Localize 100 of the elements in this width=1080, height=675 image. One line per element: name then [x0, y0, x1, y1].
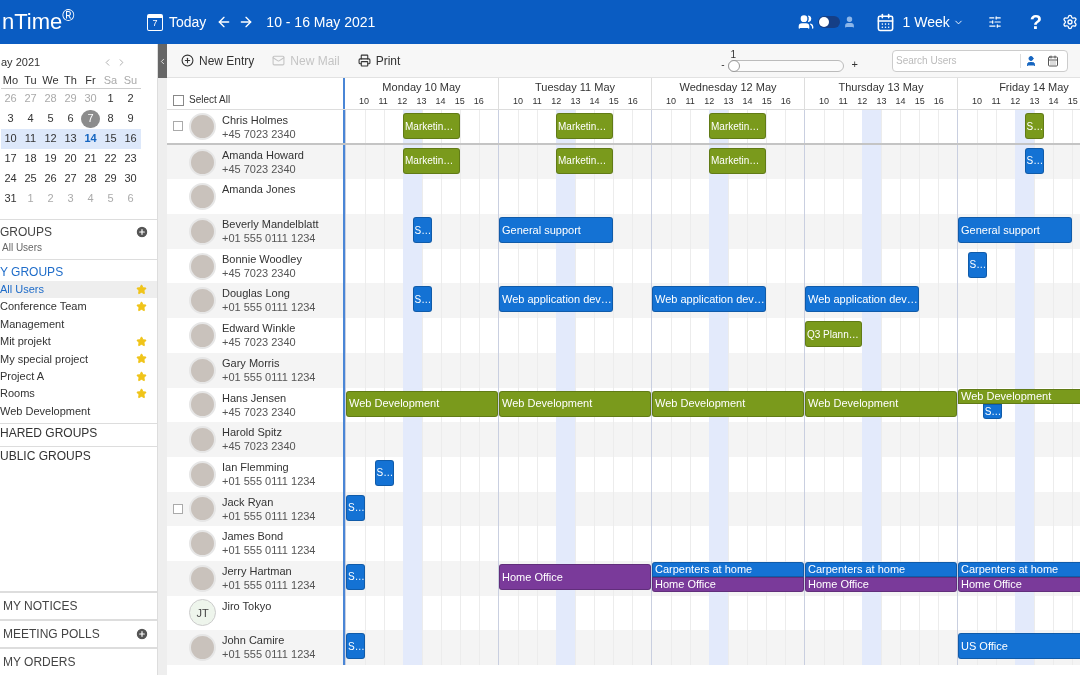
- calendar-day[interactable]: 2: [121, 89, 140, 108]
- section-title[interactable]: UBLIC GROUPS: [0, 445, 157, 466]
- calendar-day[interactable]: 27: [61, 169, 80, 188]
- calendar-event[interactable]: US Office: [958, 633, 1080, 660]
- help-button[interactable]: ?: [1029, 12, 1042, 32]
- user-name[interactable]: Bonnie Woodley: [222, 251, 302, 266]
- period-dropdown[interactable]: 1 Week: [902, 11, 964, 33]
- calendar-day[interactable]: 22: [101, 149, 120, 168]
- group-item[interactable]: Rooms: [0, 384, 157, 403]
- calendar-day[interactable]: 8: [101, 109, 120, 128]
- calendar-day[interactable]: 26: [41, 169, 60, 188]
- calendar-day[interactable]: 19: [41, 149, 60, 168]
- calendar-day[interactable]: 11: [21, 129, 40, 148]
- calendar-day[interactable]: 21: [81, 149, 100, 168]
- calendar-week-row[interactable]: 17 18 19 20 21 22 23: [1, 148, 141, 169]
- group-item[interactable]: Web Development: [0, 402, 157, 420]
- user-name[interactable]: Edward Winkle: [222, 321, 296, 336]
- collapse-icon[interactable]: [158, 56, 167, 66]
- user-name[interactable]: James Bond: [222, 529, 316, 544]
- calendar-day[interactable]: 24: [1, 169, 20, 188]
- calendar-day[interactable]: 23: [121, 149, 140, 168]
- group-item[interactable]: Project A: [0, 367, 157, 385]
- star-icon[interactable]: [136, 335, 147, 347]
- star-icon[interactable]: [136, 353, 147, 365]
- section-title[interactable]: MY NOTICES: [3, 597, 149, 615]
- collapse-handle[interactable]: [158, 44, 167, 78]
- row-checkbox[interactable]: [173, 121, 183, 132]
- calendar-day[interactable]: 13: [61, 129, 80, 148]
- person-icon[interactable]: [842, 15, 856, 29]
- zoom-plus[interactable]: +: [851, 56, 858, 73]
- section-title[interactable]: HARED GROUPS: [0, 422, 157, 443]
- calendar-week-row[interactable]: 10 11 12 13 14 15 16: [1, 128, 141, 149]
- user-name[interactable]: Ian Flemming: [222, 459, 316, 474]
- section-title[interactable]: Y GROUPS: [0, 263, 157, 281]
- search-field[interactable]: Search Users: [892, 49, 1068, 72]
- user-name[interactable]: Jack Ryan: [222, 494, 316, 509]
- star-icon[interactable]: [136, 301, 147, 313]
- search-input[interactable]: Search Users: [896, 53, 1016, 68]
- calendar-event[interactable]: Home Office: [499, 563, 651, 590]
- calendar-event[interactable]: S…: [346, 563, 365, 590]
- settings-sliders-icon[interactable]: [987, 15, 1002, 29]
- user-name[interactable]: Amanda Jones: [222, 182, 296, 197]
- group-icon[interactable]: [797, 14, 814, 30]
- slider-thumb[interactable]: [727, 60, 740, 72]
- calendar-event[interactable]: S…: [346, 633, 365, 660]
- calendar-day[interactable]: 15: [101, 129, 120, 148]
- calendar-day[interactable]: 9: [121, 109, 140, 128]
- calendar-event[interactable]: Carpenters at home: [805, 561, 957, 577]
- group-item[interactable]: Conference Team: [0, 297, 157, 316]
- calendar-day[interactable]: 5: [41, 109, 60, 128]
- calendar-day[interactable]: 30: [121, 169, 140, 188]
- calendar-event[interactable]: Web application dev…: [499, 286, 613, 313]
- calendar-event[interactable]: S…: [346, 494, 365, 521]
- toolbar-button[interactable]: Print: [357, 51, 401, 70]
- user-name[interactable]: Jiro Tokyo: [222, 598, 272, 613]
- user-name[interactable]: Hans Jensen: [222, 390, 296, 405]
- group-item[interactable]: All Users: [0, 280, 157, 298]
- user-name[interactable]: Gary Morris: [222, 355, 316, 370]
- calendar-day[interactable]: 10: [1, 129, 20, 148]
- user-name[interactable]: Harold Spitz: [222, 425, 296, 440]
- calendar-day[interactable]: 1: [101, 89, 120, 108]
- group-item[interactable]: My special project: [0, 350, 157, 368]
- calendar-day[interactable]: 20: [61, 149, 80, 168]
- slider-track[interactable]: [727, 60, 844, 72]
- user-name[interactable]: John Camire: [222, 633, 316, 648]
- calendar-day[interactable]: 29: [101, 169, 120, 188]
- calendar-day[interactable]: 6: [61, 109, 80, 128]
- star-icon[interactable]: [136, 388, 147, 400]
- user-name[interactable]: Beverly Mandelblatt: [222, 217, 319, 232]
- calendar-event[interactable]: Carpenters at home: [652, 561, 804, 577]
- calendar-day[interactable]: 17: [1, 149, 20, 168]
- calendar-event[interactable]: Web application dev…: [652, 286, 766, 313]
- calendar-day[interactable]: 3: [1, 109, 20, 128]
- calendar-day[interactable]: 16: [121, 129, 140, 148]
- calendar-event[interactable]: General support: [958, 217, 1072, 244]
- settings-icon[interactable]: [1062, 14, 1078, 30]
- calendar-event[interactable]: Carpenters at home: [958, 561, 1080, 577]
- calendar-event[interactable]: S…: [967, 251, 987, 278]
- row-checkbox[interactable]: [173, 503, 183, 514]
- star-icon[interactable]: [136, 370, 147, 382]
- user-name[interactable]: Jerry Hartman: [222, 563, 316, 578]
- group-item[interactable]: Management: [0, 315, 157, 333]
- calendar-day[interactable]: 28: [81, 169, 100, 188]
- calendar-day[interactable]: 14: [81, 129, 100, 148]
- add-icon[interactable]: [135, 627, 149, 641]
- user-name[interactable]: Douglas Long: [222, 286, 316, 301]
- user-name[interactable]: Amanda Howard: [222, 147, 304, 162]
- add-icon[interactable]: [135, 224, 149, 239]
- person-icon[interactable]: [1025, 54, 1037, 67]
- star-icon[interactable]: [136, 283, 147, 295]
- calendar-event[interactable]: S…: [374, 459, 394, 486]
- section-title[interactable]: MEETING POLLS: [3, 625, 135, 643]
- calendar-week-row[interactable]: 3 4 5 6 7 8 9: [1, 108, 141, 129]
- calendar-day[interactable]: 12: [41, 129, 60, 148]
- group-item[interactable]: Mit projekt: [0, 332, 157, 351]
- calendar-day[interactable]: 4: [21, 109, 40, 128]
- calendar-day[interactable]: 31: [1, 189, 20, 208]
- view-toggle[interactable]: [817, 16, 840, 28]
- calendar-week-row[interactable]: 24 25 26 27 28 29 30: [1, 168, 141, 189]
- calendar-day[interactable]: 25: [21, 169, 40, 188]
